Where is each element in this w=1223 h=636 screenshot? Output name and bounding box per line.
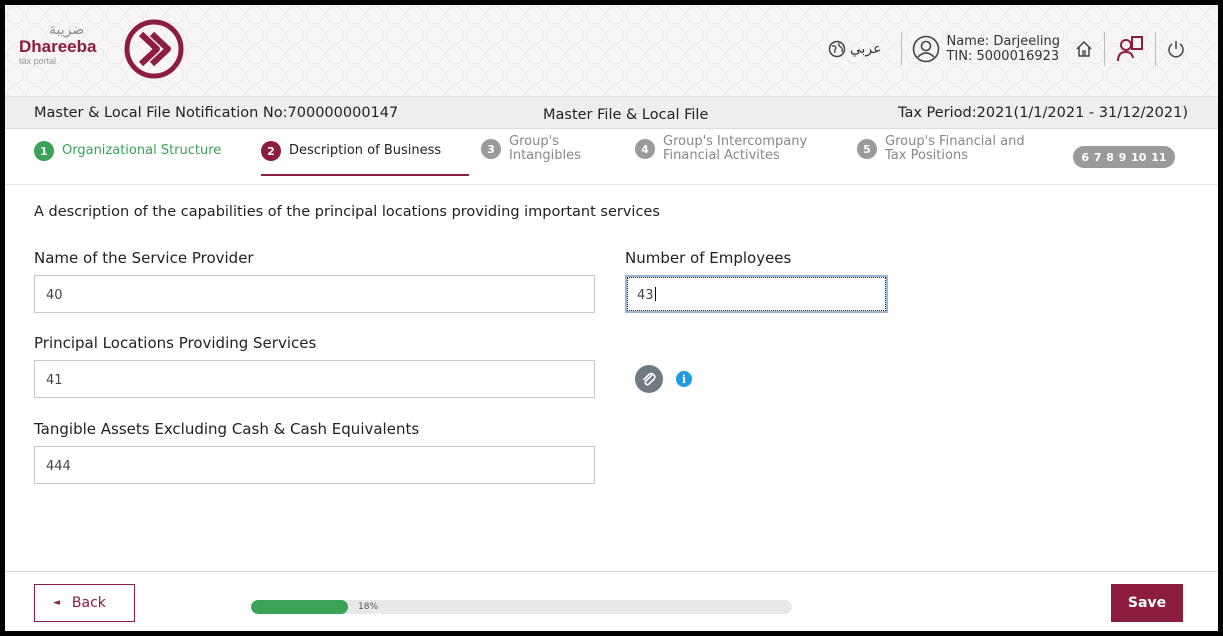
- divider: [901, 32, 903, 66]
- user-name: Name: Darjeeling: [946, 34, 1060, 49]
- power-icon[interactable]: [1166, 39, 1186, 59]
- title-bar: Master & Local File Notification No:7000…: [5, 96, 1218, 129]
- service-provider-input[interactable]: 40: [34, 275, 595, 313]
- section-description: A description of the capabilities of the…: [34, 204, 660, 220]
- step-number: 3: [481, 139, 501, 159]
- footer: ◄ Back 18% Save: [5, 571, 1218, 631]
- employees-value: 43: [637, 288, 654, 303]
- locations-input[interactable]: 41: [34, 360, 595, 398]
- tax-period: Tax Period:2021(1/1/2021 - 31/12/2021): [898, 105, 1188, 121]
- header-toolbar: عربي Name: Darjeeling TIN: 5000016923: [828, 29, 1186, 69]
- logo-name: Dhareeba: [19, 37, 97, 56]
- step-number[interactable]: 9: [1119, 151, 1127, 164]
- step-groups-intangibles[interactable]: 3 Group's Intangibles: [481, 135, 581, 163]
- step-groups-intercompany[interactable]: 4 Group's Intercompany Financial Activit…: [635, 135, 807, 163]
- info-icon[interactable]: i: [676, 371, 692, 387]
- step-label-line: Group's Financial and: [885, 134, 1025, 149]
- progress-bar: 18%: [251, 600, 792, 614]
- back-arrow-icon: ◄: [53, 598, 60, 608]
- back-button[interactable]: ◄ Back: [34, 584, 135, 622]
- progress-text: 18%: [358, 602, 379, 612]
- step-label-line: Financial Activites: [663, 148, 780, 163]
- step-number[interactable]: 8: [1106, 151, 1114, 164]
- step-label: Group's Financial and Tax Positions: [885, 135, 1025, 163]
- paperclip-icon: [643, 372, 656, 386]
- employees-input[interactable]: 43: [625, 275, 888, 313]
- globe-icon[interactable]: [828, 40, 846, 58]
- guide-icon[interactable]: [1115, 34, 1145, 64]
- locations-label: Principal Locations Providing Services: [34, 334, 317, 352]
- user-tin: TIN: 5000016923: [946, 49, 1060, 64]
- logo[interactable]: ضريبة Dhareeba tax portal: [19, 22, 97, 67]
- logo-subtitle: tax portal: [19, 56, 57, 66]
- stepper: 1 Organizational Structure 2 Description…: [5, 129, 1218, 185]
- back-label: Back: [71, 595, 106, 611]
- tangible-assets-value: 444: [46, 459, 71, 474]
- step-groups-financial-tax[interactable]: 5 Group's Financial and Tax Positions: [857, 135, 1025, 163]
- step-number[interactable]: 11: [1151, 151, 1166, 164]
- step-label: Organizational Structure: [62, 143, 222, 158]
- step-number: 1: [34, 141, 54, 161]
- text-caret: [654, 287, 656, 301]
- step-number: 4: [635, 139, 655, 159]
- form-title: Master File & Local File: [543, 107, 709, 123]
- progress-fill: [251, 600, 349, 614]
- divider: [1104, 32, 1105, 66]
- tangible-assets-input[interactable]: 444: [34, 446, 595, 484]
- step-number[interactable]: 6: [1081, 151, 1089, 164]
- logo-mark-icon: [124, 19, 184, 79]
- step-description-of-business[interactable]: 2 Description of Business: [261, 141, 441, 161]
- notification-number: Master & Local File Notification No:7000…: [34, 105, 399, 121]
- step-label-line: Group's Intercompany: [663, 134, 808, 149]
- more-steps[interactable]: 6 7 8 9 10 11: [1073, 146, 1175, 168]
- divider: [1155, 32, 1156, 66]
- employees-label: Number of Employees: [625, 249, 792, 267]
- tangible-assets-label: Tangible Assets Excluding Cash & Cash Eq…: [34, 420, 420, 438]
- step-number: 2: [261, 141, 281, 161]
- logo-arabic: ضريبة: [49, 22, 85, 38]
- user-info: Name: Darjeeling TIN: 5000016923: [946, 34, 1060, 64]
- header: ضريبة Dhareeba tax portal عربي Name: Dar…: [5, 5, 1218, 96]
- service-provider-value: 40: [46, 288, 63, 303]
- step-label-line: Intangibles: [509, 148, 581, 163]
- step-number: 5: [857, 139, 877, 159]
- step-label: Group's Intangibles: [509, 135, 581, 163]
- step-label: Group's Intercompany Financial Activites: [663, 135, 807, 163]
- step-number[interactable]: 7: [1094, 151, 1102, 164]
- step-number[interactable]: 10: [1131, 151, 1146, 164]
- language-switch[interactable]: عربي: [850, 41, 882, 57]
- step-organizational-structure[interactable]: 1 Organizational Structure: [34, 141, 221, 161]
- locations-value: 41: [46, 373, 63, 388]
- step-label-line: Group's: [509, 134, 559, 149]
- step-label-line: Tax Positions: [885, 148, 968, 163]
- service-provider-label: Name of the Service Provider: [34, 249, 254, 267]
- step-label: Description of Business: [289, 143, 442, 158]
- home-icon[interactable]: [1074, 39, 1094, 59]
- app-window: ضريبة Dhareeba tax portal عربي Name: Dar…: [5, 5, 1218, 631]
- save-button[interactable]: Save: [1111, 584, 1183, 622]
- attachment-button[interactable]: [635, 365, 663, 393]
- active-step-underline: [261, 174, 469, 176]
- user-icon[interactable]: [912, 35, 940, 63]
